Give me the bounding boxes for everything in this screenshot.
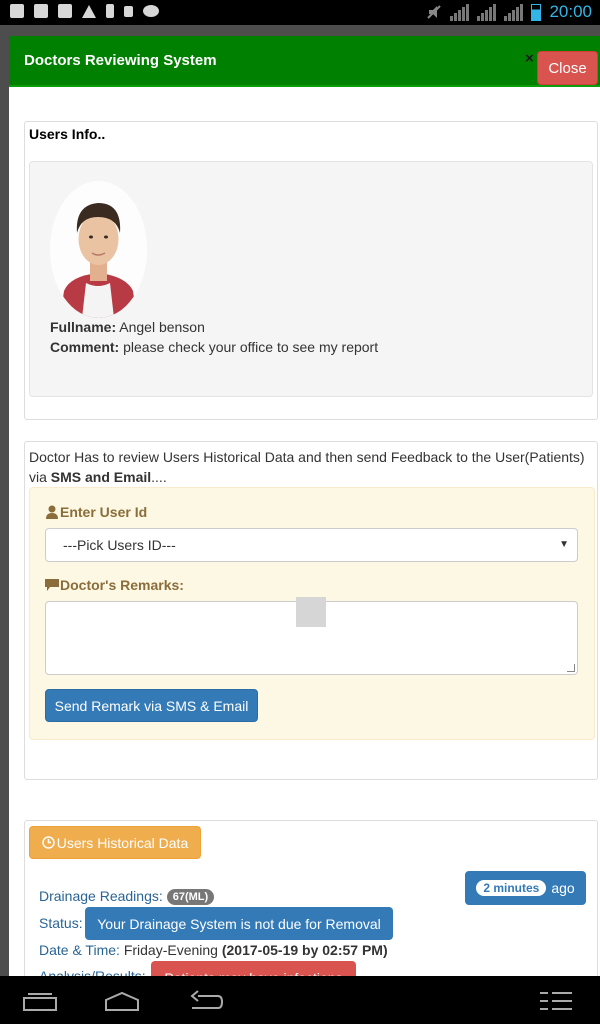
analysis-value-button[interactable]: Patients may have infections — [151, 961, 356, 976]
back-icon[interactable] — [188, 990, 224, 1012]
user-info-well: Fullname: Angel benson Comment: please c… — [29, 161, 593, 397]
fullname-label: Fullname: — [50, 319, 117, 335]
comment-value: please check your office to see my repor… — [123, 339, 379, 355]
placeholder-block — [296, 597, 326, 627]
review-instructions: Doctor Has to review Users Historical Da… — [29, 447, 595, 487]
user-id-select-value: ---Pick Users ID--- — [63, 537, 176, 553]
comment-icon — [45, 578, 59, 591]
h-signal-icon — [450, 3, 470, 21]
home-icon[interactable] — [104, 990, 140, 1012]
avatar-image — [50, 181, 147, 318]
status-value-button[interactable]: Your Drainage System is not due for Remo… — [85, 907, 393, 940]
status-bar: 20:00 — [0, 0, 600, 25]
gmail-icon — [58, 4, 72, 18]
comment-line: Comment: please check your office to see… — [50, 339, 378, 355]
signal-icon — [504, 3, 524, 21]
resize-handle-icon[interactable] — [567, 664, 575, 672]
lock-icon — [124, 5, 133, 17]
historical-data-label: Users Historical Data — [56, 834, 189, 851]
fullname-value: Angel benson — [119, 319, 205, 335]
datetime-row: Date & Time: Friday-Evening (2017-05-19 … — [39, 942, 388, 958]
clock: 20:00 — [549, 2, 592, 21]
review-intro-end: .... — [151, 469, 167, 485]
users-info-title: Users Info.. — [29, 126, 106, 142]
review-panel: Doctor Has to review Users Historical Da… — [24, 441, 598, 780]
remarks-label-row: Doctor's Remarks: — [45, 577, 184, 593]
remark-form: Enter User Id ---Pick Users ID--- ▼ Doct… — [29, 487, 595, 740]
user-id-select[interactable]: ---Pick Users ID--- ▼ — [45, 528, 578, 562]
menu-icon[interactable] — [538, 990, 574, 1012]
warning-icon — [82, 4, 96, 18]
recent-apps-icon[interactable] — [22, 990, 58, 1012]
modal-title: Doctors Reviewing System — [24, 52, 217, 69]
send-remark-button[interactable]: Send Remark via SMS & Email — [45, 689, 258, 722]
users-info-panel: Users Info.. Fullname: Angel benson Comm… — [24, 121, 598, 420]
time-ago-suffix: ago — [551, 880, 575, 896]
usb-icon — [106, 4, 114, 18]
image-icon — [10, 4, 24, 18]
modal-header: Doctors Reviewing System × Close — [9, 36, 600, 87]
avatar — [50, 181, 147, 318]
remarks-label: Doctor's Remarks: — [60, 577, 184, 593]
datetime-label: Date & Time: — [39, 942, 120, 958]
review-intro-bold: SMS and Email — [50, 469, 152, 485]
comment-label: Comment: — [50, 339, 120, 355]
drainage-row: Drainage Readings: 67(ML) — [39, 888, 215, 905]
datetime-day: Friday-Evening — [123, 942, 218, 958]
user-id-label-row: Enter User Id — [45, 504, 147, 520]
android-nav-bar — [0, 976, 600, 1024]
time-ago-badge: 2 minutes — [476, 880, 547, 896]
battery-icon — [531, 3, 542, 21]
close-x-icon[interactable]: × — [525, 50, 534, 67]
drainage-badge: 67(ML) — [166, 889, 215, 905]
mute-icon — [427, 5, 442, 19]
fullname-line: Fullname: Angel benson — [50, 319, 205, 335]
clock-icon — [42, 836, 55, 849]
drainage-label: Drainage Readings: — [39, 888, 163, 904]
message-icon — [34, 4, 48, 18]
user-icon — [46, 505, 58, 519]
chevron-down-icon: ▼ — [559, 539, 569, 550]
user-id-label: Enter User Id — [60, 504, 148, 520]
android-icon — [143, 5, 159, 17]
analysis-label: Analysis/Results: — [39, 968, 146, 976]
time-ago-box: 2 minutes ago — [465, 871, 586, 905]
modal-dialog: Doctors Reviewing System × Close Users I… — [9, 36, 600, 976]
datetime-stamp: (2017-05-19 by 02:57 PM) — [221, 942, 388, 958]
history-panel: Users Historical Data Drainage Readings:… — [24, 820, 598, 976]
signal-icon — [477, 3, 497, 21]
status-left-icons — [10, 4, 159, 18]
modal-backdrop: Doctors Reviewing System × Close Users I… — [0, 25, 600, 976]
close-button[interactable]: Close — [537, 51, 598, 85]
status-label: Status: — [39, 915, 83, 931]
status-right-icons: 20:00 — [426, 2, 592, 22]
historical-data-button[interactable]: Users Historical Data — [29, 826, 201, 859]
